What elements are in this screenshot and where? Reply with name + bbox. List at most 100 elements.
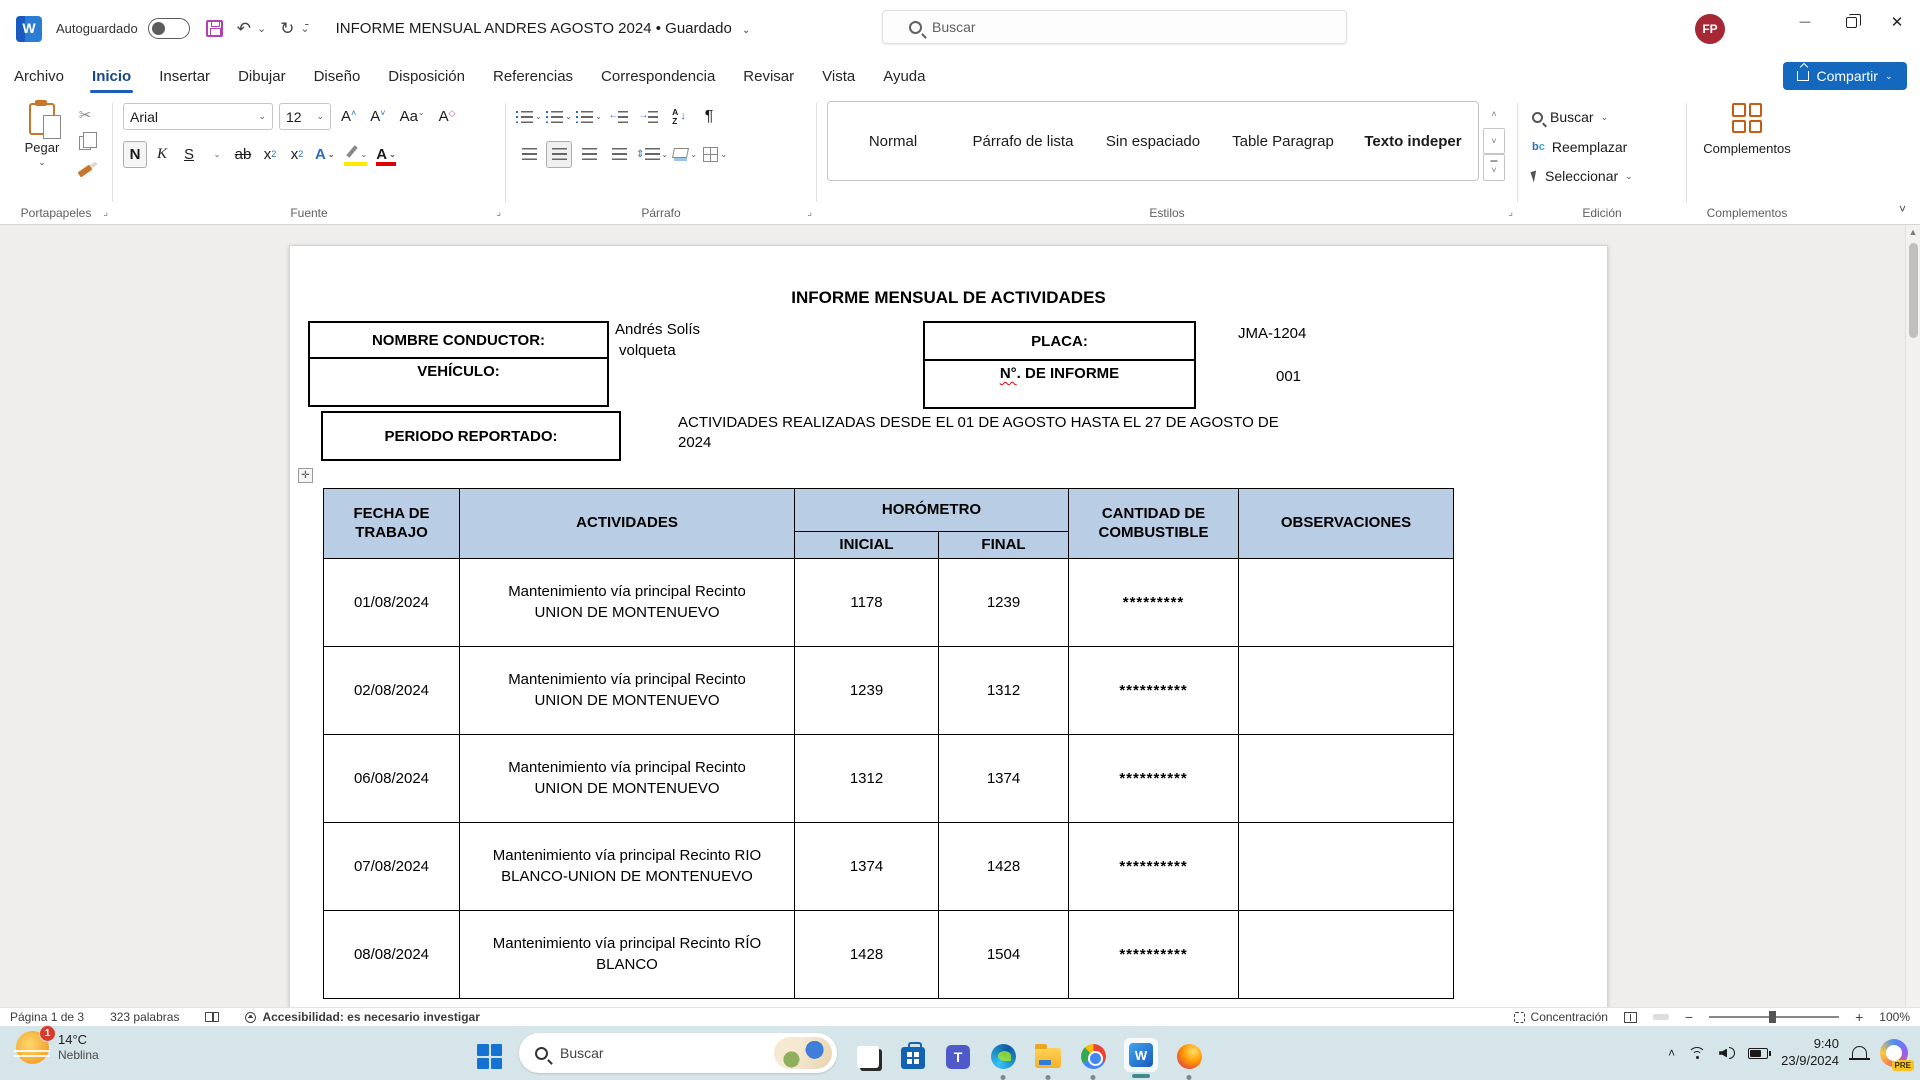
decrease-indent-button[interactable] xyxy=(606,103,632,130)
styles-more-icon[interactable]: ▔˅ xyxy=(1483,154,1505,181)
notifications-bell-icon[interactable] xyxy=(1852,1046,1867,1060)
tab-dibujar[interactable]: Dibujar xyxy=(224,57,300,95)
replace-button[interactable]: bc Reemplazar xyxy=(1532,139,1627,155)
grow-font-button[interactable]: A˄ xyxy=(337,108,360,125)
align-left-button[interactable] xyxy=(516,141,542,168)
font-name-combo[interactable]: Arial⌄ xyxy=(123,103,273,130)
format-painter-icon[interactable] xyxy=(74,161,96,181)
task-view-button[interactable] xyxy=(854,1043,882,1071)
report-no-value[interactable]: 001 xyxy=(1276,368,1301,385)
driver-value[interactable]: Andrés Solís xyxy=(615,321,700,338)
table-row[interactable]: 02/08/2024 Mantenimiento vía principal R… xyxy=(324,647,1454,735)
font-size-combo[interactable]: 12⌄ xyxy=(279,103,331,130)
multilevel-list-button[interactable]: ⌄ xyxy=(576,103,602,130)
align-right-button[interactable] xyxy=(576,141,602,168)
tray-expand-icon[interactable]: ˄ xyxy=(1668,1046,1675,1060)
volume-icon[interactable] xyxy=(1719,1047,1735,1059)
style-parrafo-de-lista[interactable]: Párrafo de lista xyxy=(958,133,1088,150)
strikethrough-button[interactable]: ab xyxy=(231,141,255,168)
quick-access-customize-icon[interactable]: ⌄̄ xyxy=(300,22,309,35)
bold-button[interactable]: N xyxy=(123,141,147,168)
table-row[interactable]: 07/08/2024 Mantenimiento vía principal R… xyxy=(324,823,1454,911)
tab-diseno[interactable]: Diseño xyxy=(300,57,375,95)
minimize-button[interactable]: — xyxy=(1782,0,1828,44)
undo-dropdown-icon[interactable]: ⌄ xyxy=(257,22,266,35)
period-label-cell[interactable]: PERIODO REPORTADO: xyxy=(321,411,621,461)
vertical-scrollbar[interactable]: ▲ xyxy=(1905,225,1920,1007)
subscript-button[interactable]: x2 xyxy=(258,141,282,168)
style-sin-espaciado[interactable]: Sin espaciado xyxy=(1088,133,1218,150)
restore-button[interactable] xyxy=(1828,0,1874,44)
clock[interactable]: 9:40 23/9/2024 xyxy=(1781,1036,1839,1070)
table-move-handle-icon[interactable]: ✛ xyxy=(298,468,313,483)
titlebar-search-box[interactable]: Buscar xyxy=(882,10,1347,44)
superscript-button[interactable]: x2 xyxy=(285,141,309,168)
table-row[interactable]: 01/08/2024 Mantenimiento vía principal R… xyxy=(324,559,1454,647)
scroll-up-icon[interactable]: ▲ xyxy=(1906,227,1920,237)
clear-formatting-button[interactable]: A◇ xyxy=(435,108,460,125)
addins-button[interactable]: Complementos xyxy=(1687,103,1807,156)
driver-label-cell[interactable]: NOMBRE CONDUCTOR: xyxy=(308,321,609,359)
period-text[interactable]: ACTIVIDADES REALIZADAS DESDE EL 01 DE AG… xyxy=(678,413,1303,454)
account-avatar[interactable]: FP xyxy=(1695,14,1725,44)
line-spacing-button[interactable]: ⇕⌄ xyxy=(636,141,668,168)
table-row[interactable]: 06/08/2024 Mantenimiento vía principal R… xyxy=(324,735,1454,823)
focus-mode-button[interactable]: Concentración xyxy=(1514,1010,1608,1024)
font-dialog-launcher-icon[interactable]: ⌟ xyxy=(496,207,501,218)
tab-ayuda[interactable]: Ayuda xyxy=(869,57,939,95)
zoom-slider-thumb[interactable] xyxy=(1769,1011,1776,1023)
increase-indent-button[interactable] xyxy=(636,103,662,130)
change-case-button[interactable]: Aa⌄ xyxy=(396,108,429,125)
wifi-icon[interactable] xyxy=(1688,1047,1706,1059)
copy-icon[interactable] xyxy=(74,133,96,153)
teams-icon[interactable]: T xyxy=(944,1043,972,1071)
scrollbar-thumb[interactable] xyxy=(1909,243,1918,338)
close-button[interactable]: ✕ xyxy=(1874,0,1920,44)
tab-insertar[interactable]: Insertar xyxy=(145,57,224,95)
underline-button[interactable]: S xyxy=(177,141,201,168)
zoom-out-button[interactable]: − xyxy=(1685,1009,1693,1025)
plate-label-cell[interactable]: PLACA: xyxy=(923,321,1196,361)
word-app-icon[interactable]: W xyxy=(16,16,42,42)
align-center-button[interactable] xyxy=(546,141,572,168)
vehicle-value[interactable]: volqueta xyxy=(619,342,676,359)
accessibility-status[interactable]: Accesibilidad: es necesario investigar xyxy=(245,1010,479,1024)
microsoft-store-icon[interactable] xyxy=(899,1043,927,1071)
zoom-level[interactable]: 100% xyxy=(1879,1010,1910,1024)
zoom-slider[interactable] xyxy=(1709,1016,1839,1018)
sort-button[interactable]: AZ↓ xyxy=(666,103,692,130)
file-explorer-icon[interactable] xyxy=(1034,1043,1062,1071)
highlight-button[interactable]: ⌄ xyxy=(341,141,371,168)
copilot-icon[interactable]: PRE xyxy=(1880,1039,1908,1067)
save-icon[interactable] xyxy=(206,20,223,37)
style-normal[interactable]: Normal xyxy=(828,133,958,150)
vehicle-label-cell[interactable]: VEHÍCULO: xyxy=(308,357,609,407)
battery-icon[interactable] xyxy=(1748,1048,1768,1059)
word-taskbar-icon[interactable]: W xyxy=(1124,1038,1158,1072)
styles-scroll-down-icon[interactable]: ˅ xyxy=(1483,128,1505,155)
clipboard-dialog-launcher-icon[interactable]: ⌟ xyxy=(103,207,108,218)
underline-dropdown-icon[interactable]: ⌄ xyxy=(204,141,228,168)
italic-button[interactable]: K xyxy=(150,141,174,168)
proofing-status[interactable] xyxy=(205,1012,219,1022)
shrink-font-button[interactable]: A˅ xyxy=(366,108,389,125)
zoom-in-button[interactable]: + xyxy=(1855,1009,1863,1025)
borders-button[interactable]: ⌄ xyxy=(702,141,728,168)
print-layout-active[interactable] xyxy=(1653,1014,1669,1020)
style-table-paragraph[interactable]: Table Paragrap xyxy=(1218,133,1348,150)
find-button[interactable]: Buscar ⌄ xyxy=(1532,109,1608,125)
style-texto-independiente[interactable]: Texto indeper xyxy=(1348,133,1478,150)
document-title[interactable]: INFORME MENSUAL ANDRES AGOSTO 2024 • Gua… xyxy=(336,20,751,37)
styles-dialog-launcher-icon[interactable]: ⌟ xyxy=(1508,207,1513,218)
tab-correspondencia[interactable]: Correspondencia xyxy=(587,57,729,95)
justify-button[interactable] xyxy=(606,141,632,168)
text-effects-button[interactable]: A⌄ xyxy=(312,141,338,168)
show-marks-button[interactable]: ¶ xyxy=(696,103,722,130)
document-page[interactable]: INFORME MENSUAL DE ACTIVIDADES NOMBRE CO… xyxy=(289,245,1608,1007)
redo-button[interactable]: ↻ xyxy=(280,20,294,37)
select-button[interactable]: Seleccionar ⌄ xyxy=(1532,168,1633,184)
report-no-label-cell[interactable]: N°. DE INFORME xyxy=(923,359,1196,409)
tab-referencias[interactable]: Referencias xyxy=(479,57,587,95)
word-count[interactable]: 323 palabras xyxy=(110,1010,179,1024)
paragraph-dialog-launcher-icon[interactable]: ⌟ xyxy=(807,207,812,218)
